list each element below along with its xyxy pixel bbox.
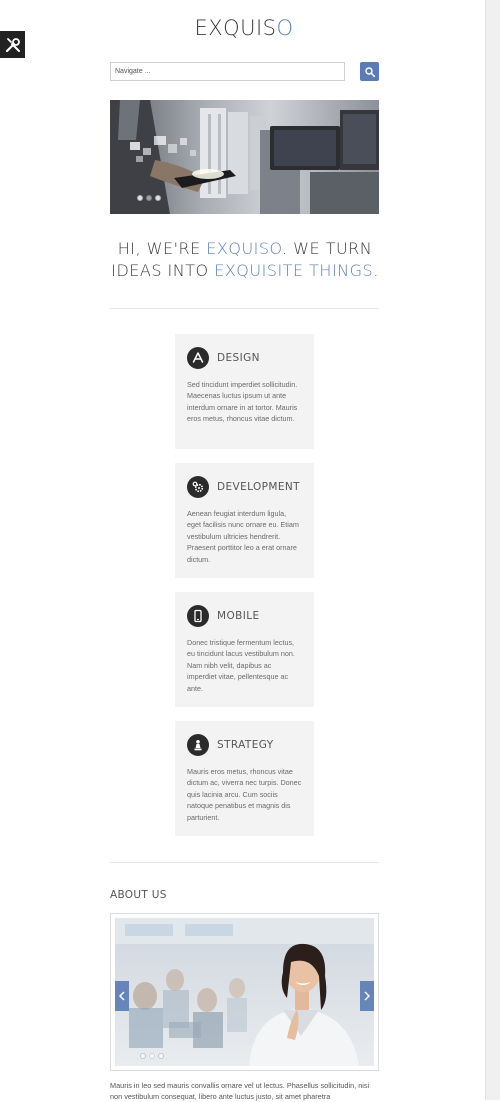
navigate-select[interactable]: Navigate ... (110, 62, 345, 81)
gears-icon (187, 476, 209, 498)
search-button[interactable] (360, 62, 379, 81)
about-slider (110, 913, 379, 1071)
app-store-icon (187, 347, 209, 369)
slide-dot[interactable] (146, 195, 152, 201)
hero-pagination (137, 195, 161, 201)
scrollbar[interactable] (485, 0, 500, 1100)
prev-slide-button[interactable] (115, 981, 129, 1011)
service-title: DESIGN (217, 352, 260, 364)
slide-dot[interactable] (149, 1053, 155, 1059)
about-pagination (140, 1053, 164, 1059)
slide-dot[interactable] (155, 195, 161, 201)
service-card-strategy: STRATEGY Mauris eros metus, rhoncus vita… (175, 721, 314, 836)
slide-dot[interactable] (137, 195, 143, 201)
intro-tagline: HI, WE'RE EXQUISO. WE TURN IDEAS INTO EX… (0, 238, 490, 282)
tagline-text: . WE TURN (282, 239, 373, 258)
about-description: Mauris in leo sed mauris convallis ornar… (110, 1081, 370, 1101)
service-description: Mauris eros metus, rhoncus vitae dictum … (187, 767, 302, 822)
tagline-text: IDEAS INTO (111, 261, 215, 280)
chevron-left-icon (118, 991, 125, 1001)
service-description: Aenean feugiat interdum ligula, eget fac… (187, 509, 299, 564)
service-card-development: DEVELOPMENT Aenean feugiat interdum ligu… (175, 463, 314, 578)
service-title: DEVELOPMENT (217, 481, 300, 493)
slide-dot[interactable] (140, 1053, 146, 1059)
tagline-line-2: IDEAS INTO EXQUISITE THINGS. (0, 260, 490, 282)
chevron-right-icon (364, 991, 371, 1001)
service-card-design: DESIGN Sed tincidunt imperdiet sollicitu… (175, 334, 314, 449)
logo-text: EXQUIS (194, 16, 277, 40)
slide-dot[interactable] (158, 1053, 164, 1059)
navigate-placeholder: Navigate ... (115, 68, 151, 75)
logo-accent-letter: O (276, 16, 294, 40)
service-description: Sed tincidunt imperdiet sollicitudin. Ma… (187, 380, 298, 424)
hero-slider (110, 100, 379, 214)
service-title: STRATEGY (217, 739, 274, 751)
about-photo (115, 918, 374, 1066)
tagline-highlight: EXQUISITE THINGS (214, 261, 374, 280)
section-divider (110, 862, 379, 863)
tagline-line-1: HI, WE'RE EXQUISO. WE TURN (0, 238, 490, 260)
site-logo[interactable]: EXQUISO (0, 16, 488, 40)
chess-pawn-icon (187, 734, 209, 756)
smartphone-icon (187, 605, 209, 627)
next-slide-button[interactable] (360, 981, 374, 1011)
service-card-mobile: MOBILE Donec tristique fermentum lectus,… (175, 592, 314, 707)
section-divider (110, 308, 379, 309)
search-icon (364, 66, 375, 77)
tagline-text: HI, WE'RE (117, 239, 207, 258)
tagline-text: . (373, 261, 379, 280)
service-title: MOBILE (217, 610, 260, 622)
service-description: Donec tristique fermentum lectus, eu tin… (187, 638, 295, 693)
about-heading: ABOUT US (110, 889, 167, 901)
tagline-brand: EXQUISO (206, 239, 282, 258)
